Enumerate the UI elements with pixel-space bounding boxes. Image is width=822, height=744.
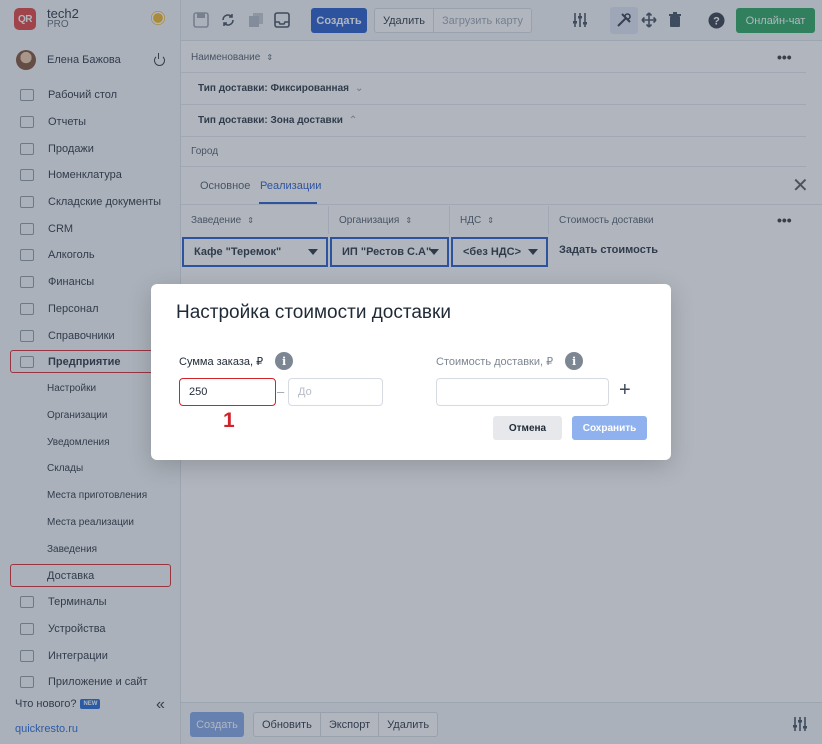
add-range-icon[interactable]: + xyxy=(619,379,631,402)
step-annotation: 1 xyxy=(223,409,235,432)
order-sum-to-input[interactable]: До xyxy=(288,378,383,406)
info-icon[interactable]: i xyxy=(565,352,584,370)
order-sum-from-value: 250 xyxy=(189,386,208,398)
dialog-title: Настройка стоимости доставки xyxy=(176,302,451,323)
delivery-cost-dialog: Настройка стоимости доставки Сумма заказ… xyxy=(151,284,671,460)
order-sum-from-input[interactable]: 250 xyxy=(179,378,276,406)
delivery-cost-label: Стоимость доставки, ₽ xyxy=(436,355,554,368)
cancel-button[interactable]: Отмена xyxy=(493,416,562,440)
order-sum-label: Сумма заказа, ₽ xyxy=(179,355,264,368)
delivery-cost-input[interactable] xyxy=(436,378,609,406)
range-dash: – xyxy=(277,384,285,399)
save-button[interactable]: Сохранить xyxy=(572,416,647,440)
order-sum-label-group: Сумма заказа, ₽ i xyxy=(179,352,294,370)
order-sum-to-placeholder: До xyxy=(298,386,312,398)
info-icon[interactable]: i xyxy=(275,352,294,370)
delivery-cost-label-group: Стоимость доставки, ₽ i xyxy=(436,352,584,370)
